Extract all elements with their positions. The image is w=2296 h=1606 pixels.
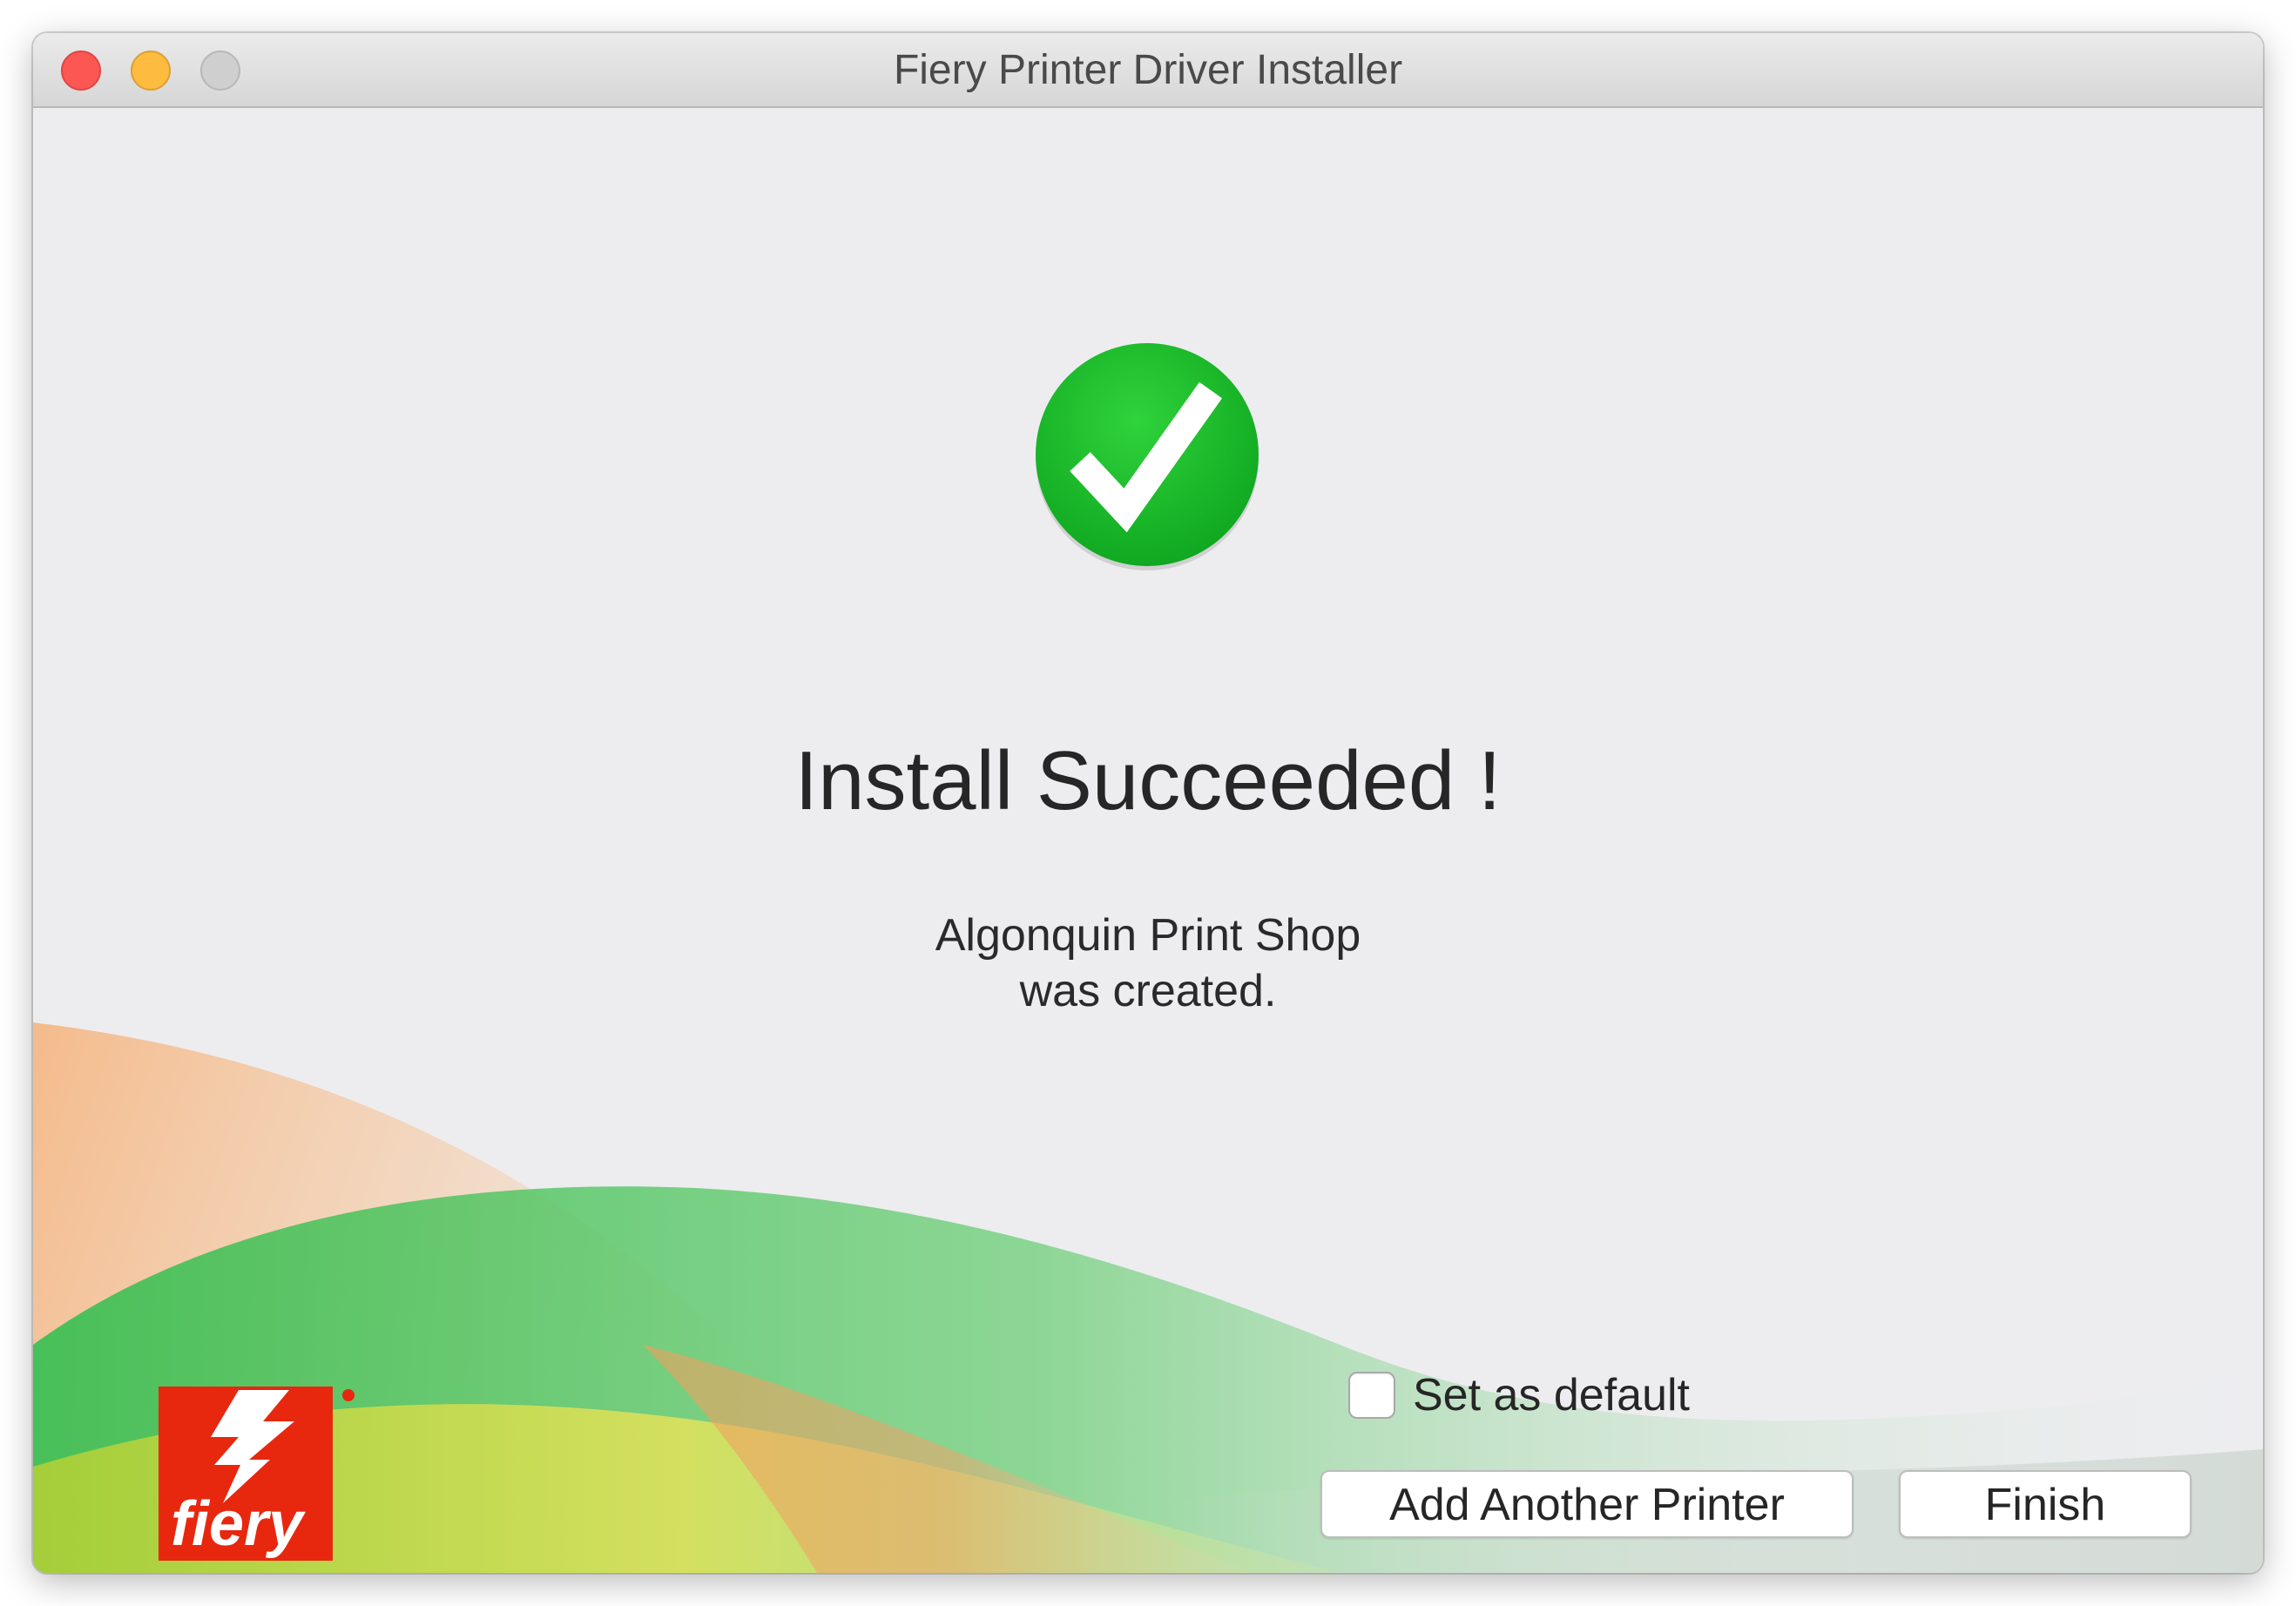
install-status-message: Algonquin Print Shop was created.	[33, 908, 2263, 1019]
install-status-heading: Install Succeeded !	[794, 734, 1502, 827]
installer-window: Fiery Printer Driver Installer Install S…	[33, 33, 2263, 1573]
fiery-logo-icon: fiery	[159, 1387, 355, 1561]
window-title: Fiery Printer Driver Installer	[893, 47, 1403, 93]
finish-button[interactable]: Finish	[1899, 1470, 2191, 1538]
title-bar[interactable]: Fiery Printer Driver Installer	[33, 33, 2263, 108]
checkmark-circle-icon	[1036, 343, 1259, 570]
printer-name: Algonquin Print Shop	[935, 910, 1361, 961]
created-text: was created.	[1019, 966, 1277, 1016]
decorative-wave-background	[33, 1022, 2263, 1573]
set-default-option[interactable]: Set as default	[1348, 1369, 1690, 1421]
set-default-checkbox[interactable]	[1348, 1372, 1395, 1419]
installer-content: Install Succeeded ! Algonquin Print Shop…	[33, 108, 2263, 1573]
add-another-printer-button[interactable]: Add Another Printer	[1320, 1470, 1854, 1538]
set-default-label: Set as default	[1413, 1370, 1690, 1420]
fiery-logo-text: fiery	[171, 1489, 307, 1559]
